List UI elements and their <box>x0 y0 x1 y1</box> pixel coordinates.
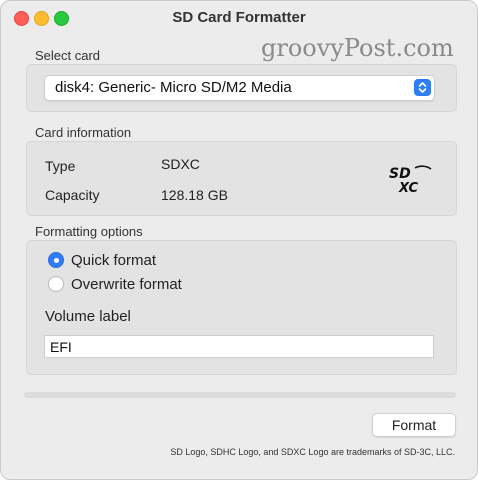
formatting-options-heading: Formatting options <box>35 224 143 239</box>
type-value: SDXC <box>161 156 200 172</box>
type-label: Type <box>45 158 76 174</box>
volume-label-value: EFI <box>50 339 72 355</box>
card-select-dropdown[interactable]: disk4: Generic- Micro SD/M2 Media <box>44 75 435 101</box>
progress-bar <box>24 392 456 398</box>
volume-label-input[interactable]: EFI <box>44 335 434 358</box>
watermark: groovyPost.com <box>261 34 454 62</box>
format-button[interactable]: Format <box>372 413 456 437</box>
card-select-value: disk4: Generic- Micro SD/M2 Media <box>55 79 292 96</box>
quick-format-radio[interactable] <box>48 252 64 268</box>
select-card-heading: Select card <box>35 48 101 63</box>
capacity-label: Capacity <box>45 187 100 203</box>
trademark-notice: SD Logo, SDHC Logo, and SDXC Logo are tr… <box>170 447 455 457</box>
quick-format-label: Quick format <box>71 252 157 269</box>
overwrite-format-radio[interactable] <box>48 276 64 292</box>
window-title: SD Card Formatter <box>172 9 306 26</box>
svg-text:XC: XC <box>398 181 419 194</box>
volume-label-title: Volume label <box>45 308 131 325</box>
up-down-chevron-icon <box>414 79 431 96</box>
svg-text:SD: SD <box>389 166 411 182</box>
sdxc-logo-icon: SD XC <box>389 165 432 194</box>
sd-card-formatter-window: SD Card Formatter groovyPost.com Select … <box>0 0 478 480</box>
title-bar: SD Card Formatter <box>1 1 477 33</box>
overwrite-format-label: Overwrite format <box>71 276 182 293</box>
card-information-heading: Card information <box>35 125 132 140</box>
capacity-value: 128.18 GB <box>161 187 228 203</box>
